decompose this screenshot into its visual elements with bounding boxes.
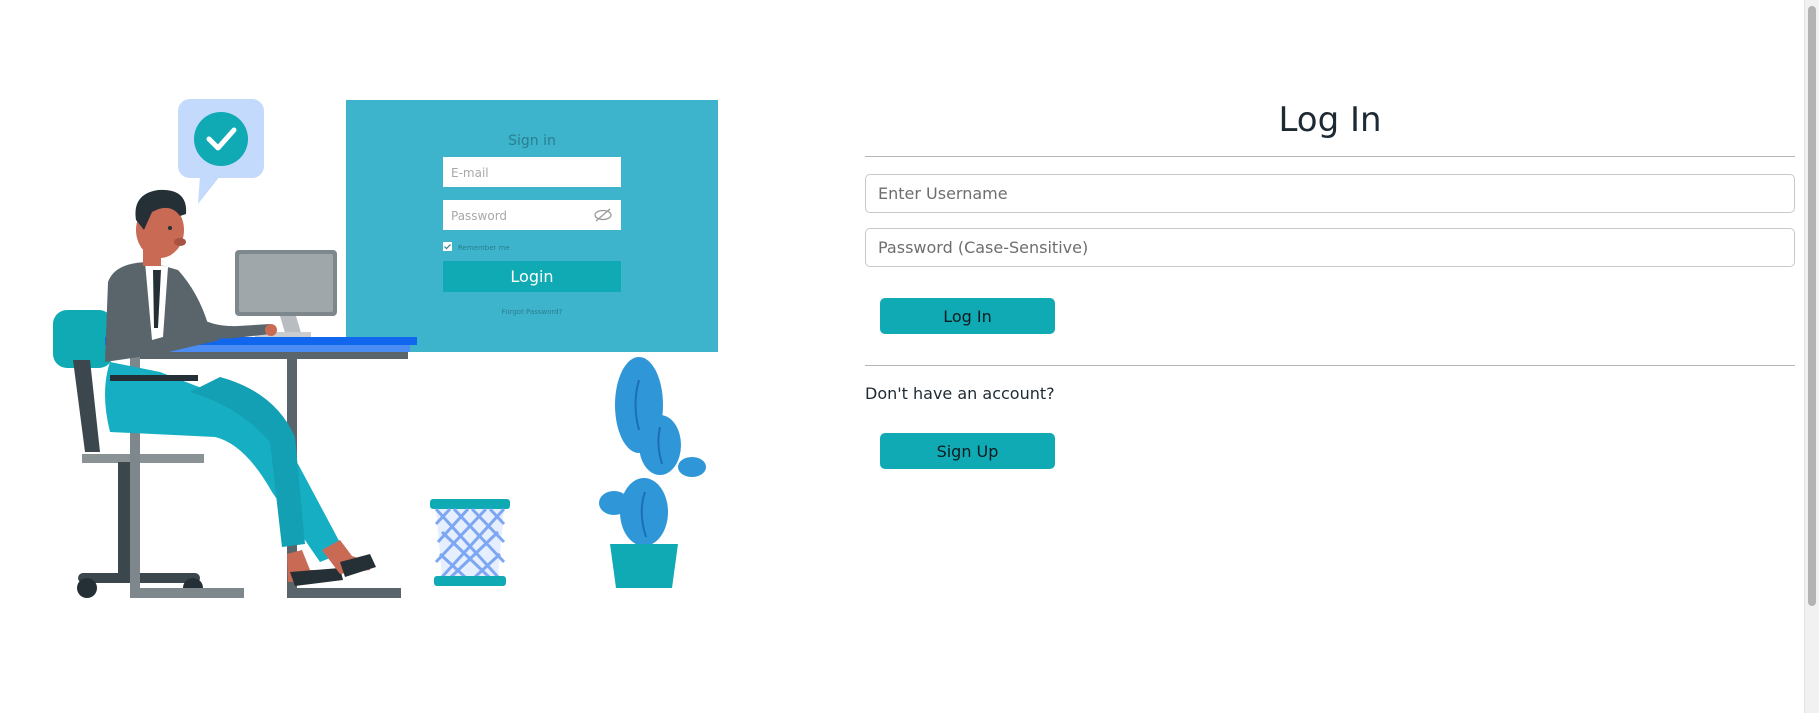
page-scrollbar[interactable] <box>1804 0 1819 713</box>
no-account-text: Don't have an account? <box>865 384 1055 403</box>
page-title: Log In <box>1278 100 1382 140</box>
check-icon <box>194 112 248 166</box>
illustration-screen-title: Sign in <box>508 133 556 149</box>
scrollbar-thumb[interactable] <box>1808 6 1816 606</box>
illustration-login-label: Login <box>510 267 553 286</box>
illustration-remember-checkbox <box>443 242 452 251</box>
speech-bubble <box>178 99 264 204</box>
illustration-remember-label: Remember me <box>458 244 510 252</box>
login-button[interactable]: Log In <box>880 298 1055 334</box>
illustration-password-label: Password <box>451 209 507 223</box>
waste-basket <box>430 499 510 586</box>
illustration-forgot-label: Forgot Password? <box>502 308 563 316</box>
username-input[interactable] <box>865 174 1795 213</box>
computer-monitor <box>235 250 337 337</box>
cactus-plant <box>599 357 706 588</box>
illustration-email-label: E-mail <box>451 166 489 180</box>
illustration-screen-panel: Sign in E-mail Password Remember me Logi… <box>346 100 718 352</box>
login-form-panel: Log In Log In Don't have an account? Sig… <box>865 92 1795 469</box>
illustration-svg: Sign in E-mail Password Remember me Logi… <box>53 99 718 598</box>
person-at-desk <box>105 189 376 586</box>
signup-button[interactable]: Sign Up <box>880 433 1055 469</box>
password-input[interactable] <box>865 228 1795 267</box>
login-illustration: Sign in E-mail Password Remember me Logi… <box>40 92 720 612</box>
